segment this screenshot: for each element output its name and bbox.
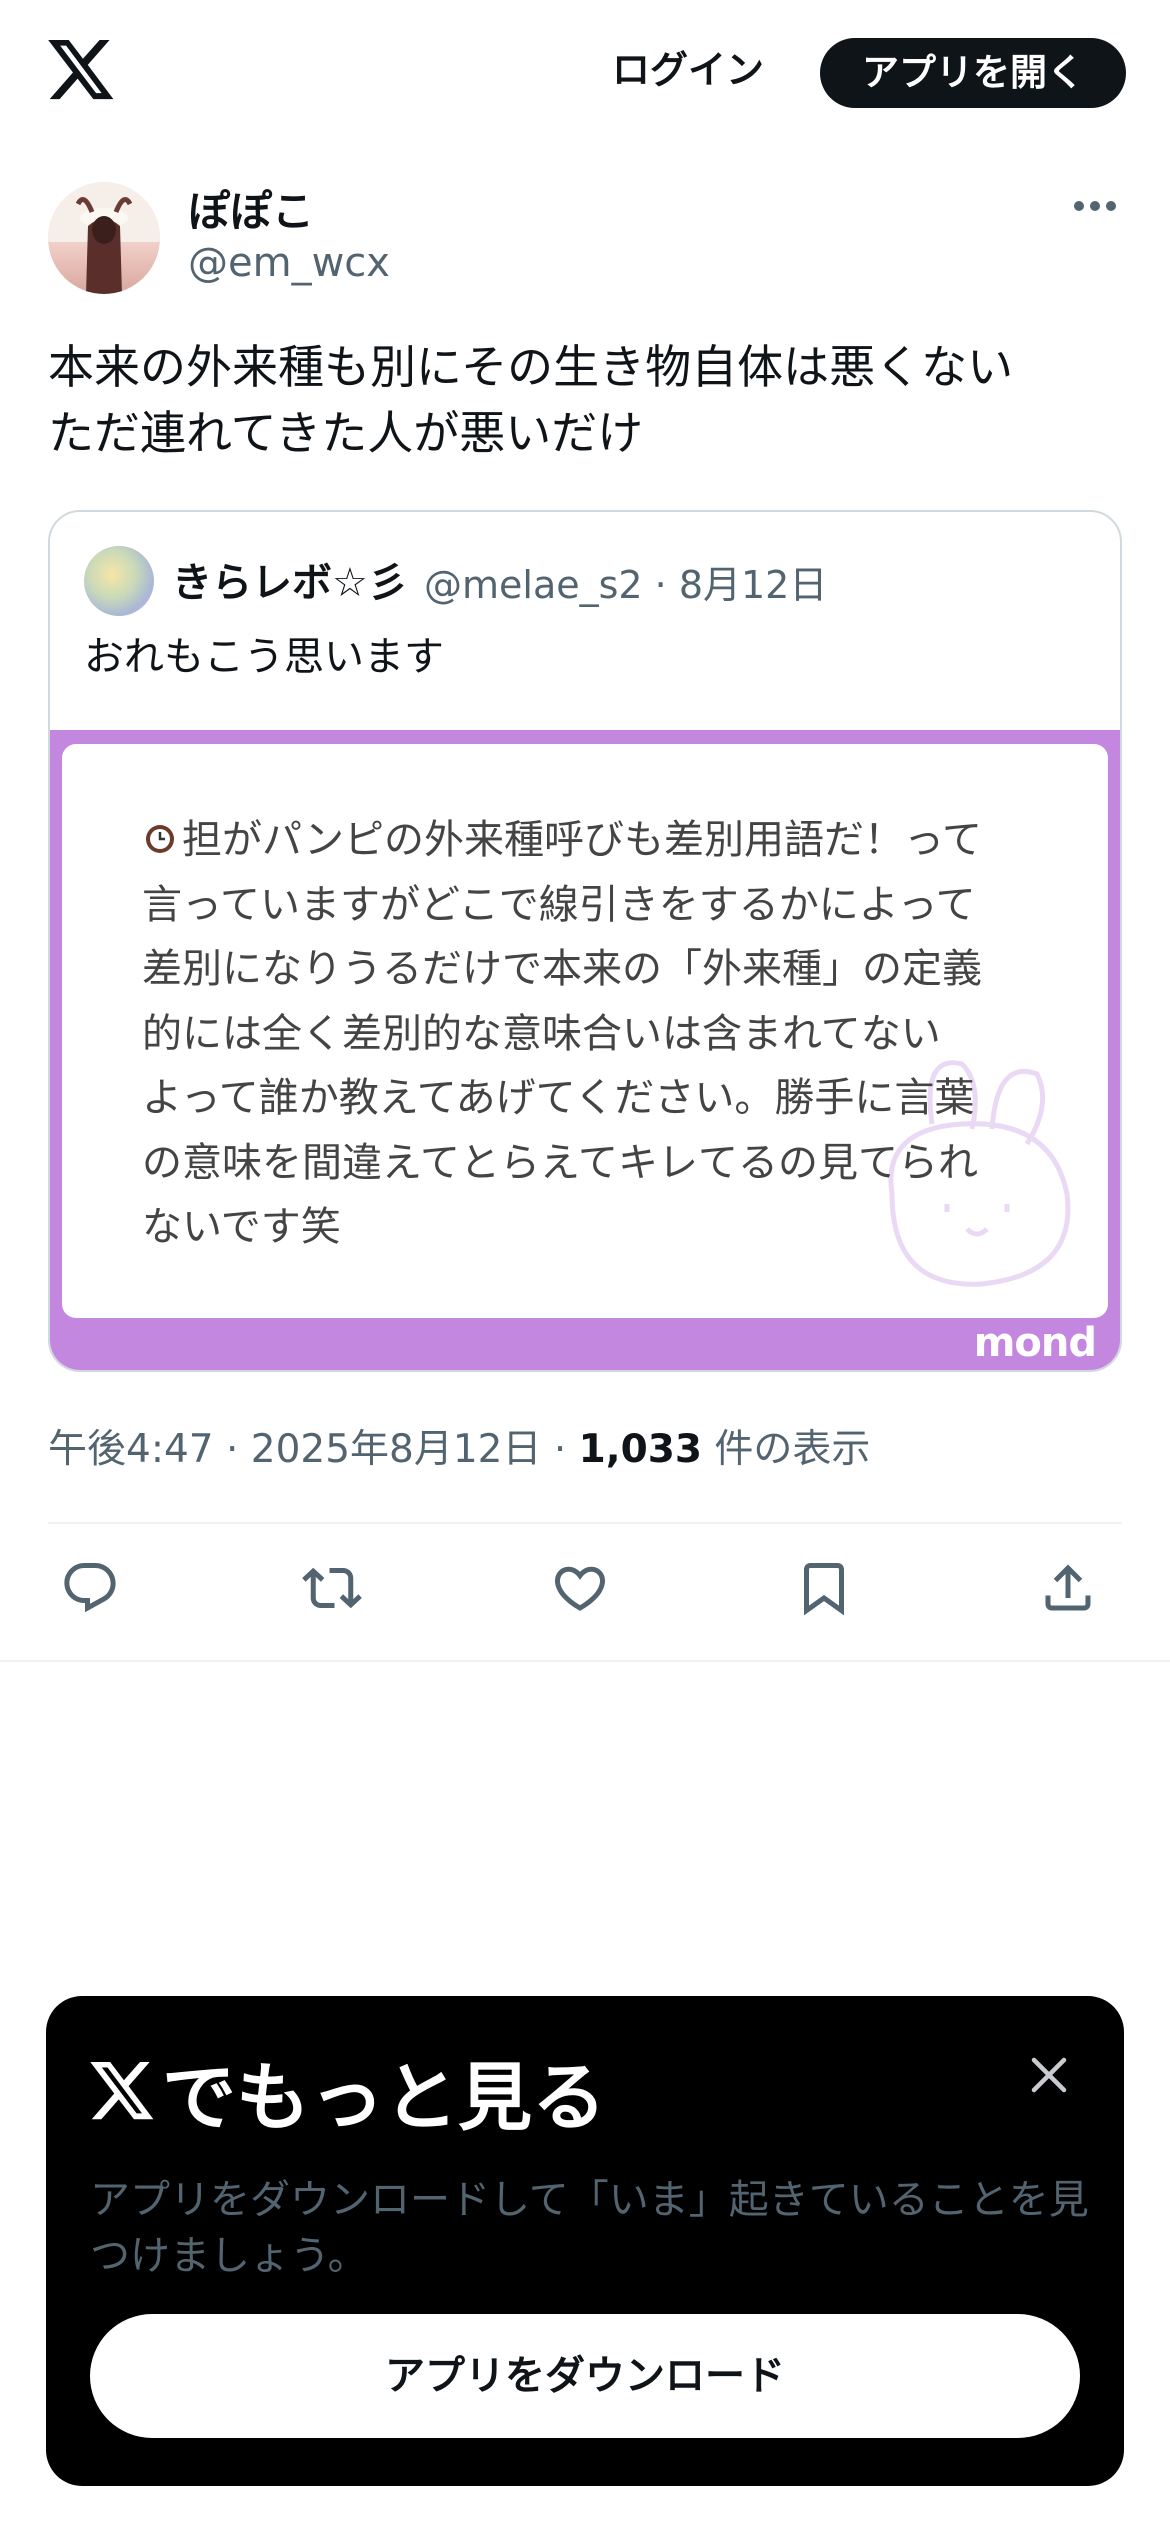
- repost-button[interactable]: [302, 1558, 370, 1626]
- image-text-body: 担がパンピの外来種呼びも差別用語だ！って 言っていますがどこで線引きをするかによ…: [142, 817, 982, 1250]
- views-label: 件の表示: [702, 1427, 871, 1472]
- like-button[interactable]: [550, 1558, 618, 1626]
- clock-emoji-icon: [142, 812, 178, 853]
- share-icon: [1045, 1564, 1091, 1611]
- quoted-image[interactable]: 担がパンピの外来種呼びも差別用語だ！って 言っていますがどこで線引きをするかによ…: [50, 730, 1120, 1370]
- author-display-name[interactable]: ぽぽこ: [188, 178, 314, 239]
- x-logo-icon: [90, 2061, 154, 2119]
- promo-description: アプリをダウンロードして「いま」起きていることを見つけましょう。: [90, 2177, 1089, 2279]
- quoted-post-card[interactable]: きらレボ☆彡 @melae_s2 · 8月12日 おれもこう思います 担がパンピ…: [48, 510, 1122, 1372]
- login-link[interactable]: ログイン: [598, 40, 778, 100]
- post-text: 本来の外来種も別にその生き物自体は悪くない ただ連れてきた人が悪いだけ: [48, 340, 1014, 460]
- quoted-avatar: [84, 546, 154, 616]
- bookmark-icon: [804, 1563, 844, 1616]
- quoted-handle-date: @melae_s2 · 8月12日: [424, 563, 828, 607]
- divider: [48, 1522, 1122, 1524]
- close-icon[interactable]: [1026, 2052, 1072, 2098]
- share-button[interactable]: [1038, 1558, 1106, 1626]
- repost-icon: [302, 1567, 362, 1609]
- avatar[interactable]: [48, 182, 160, 294]
- app-promo-sheet: でもっと見る アプリをダウンロードして「いま」起きていることを見つけましょう。 …: [46, 1996, 1124, 2486]
- quoted-text: おれもこう思います: [84, 634, 444, 680]
- reply-icon: [64, 1563, 116, 1613]
- mond-brand-label: mond: [973, 1320, 1097, 1366]
- quoted-display-name: きらレボ☆彡: [172, 560, 408, 606]
- more-horizontal-icon[interactable]: [1072, 196, 1118, 216]
- author-handle[interactable]: @em_wcx: [188, 240, 390, 286]
- bookmark-button[interactable]: [794, 1558, 862, 1626]
- views-count: 1,033: [578, 1427, 703, 1472]
- post-meta: 午後4:47 · 2025年8月12日 · 1,033 件の表示: [48, 1418, 870, 1474]
- x-logo-icon[interactable]: [48, 40, 116, 102]
- promo-title: でもっと見る: [90, 2038, 606, 2145]
- open-app-button[interactable]: アプリを開く: [820, 38, 1126, 108]
- divider: [0, 1660, 1170, 1662]
- image-card: 担がパンピの外来種呼びも差別用語だ！って 言っていますがどこで線引きをするかによ…: [62, 744, 1108, 1318]
- download-app-button[interactable]: アプリをダウンロード: [90, 2314, 1080, 2438]
- like-icon: [554, 1566, 606, 1611]
- image-text: 担がパンピの外来種呼びも差別用語だ！って 言っていますがどこで線引きをするかによ…: [142, 808, 1042, 1260]
- promo-title-text: でもっと見る: [162, 2055, 606, 2141]
- reply-button[interactable]: [60, 1558, 128, 1626]
- post-time-date[interactable]: 午後4:47 · 2025年8月12日 ·: [48, 1427, 579, 1472]
